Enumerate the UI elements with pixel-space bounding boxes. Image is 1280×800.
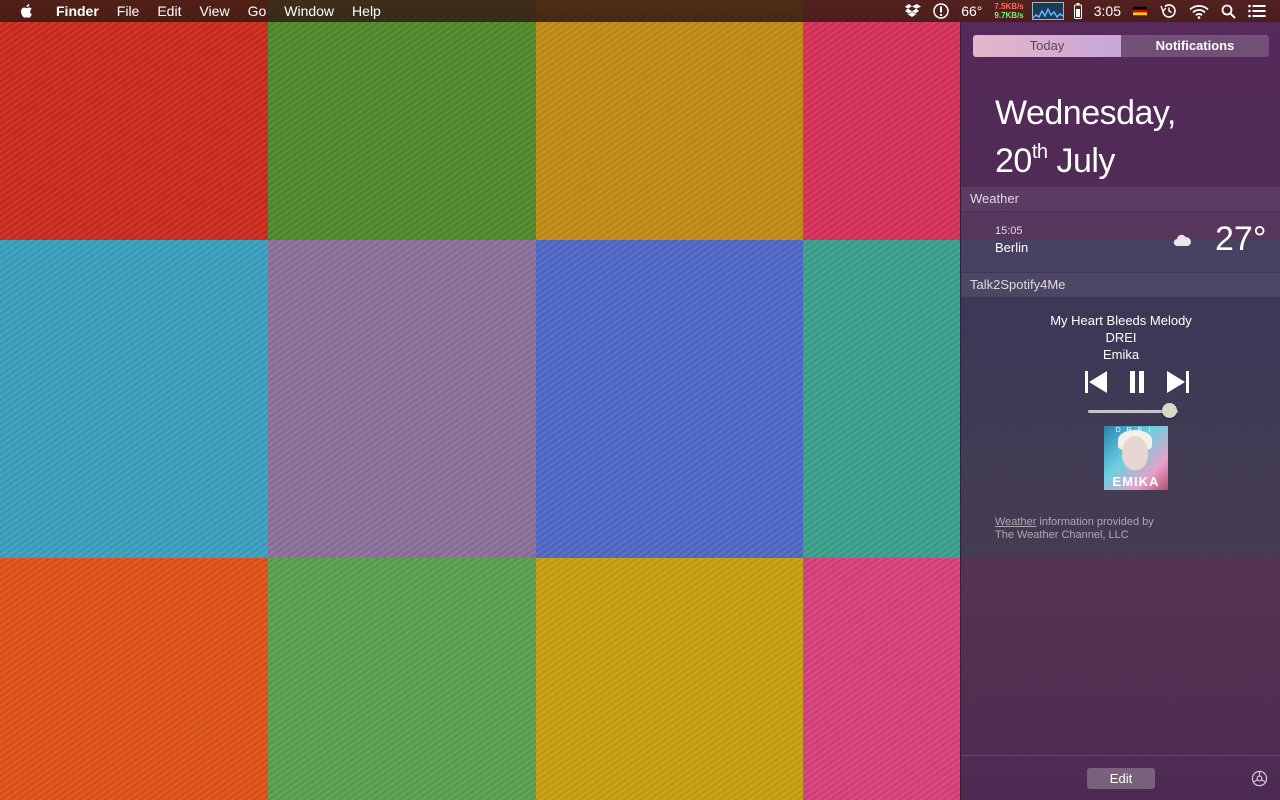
weather-widget[interactable]: 15:05 Berlin 27° bbox=[961, 212, 1280, 272]
wallpaper-tile bbox=[0, 558, 268, 800]
volume-slider-knob[interactable] bbox=[1161, 403, 1177, 418]
network-speed-status[interactable]: 7.5KB/s 9.7KB/s bbox=[994, 0, 1023, 22]
date-day: 20 bbox=[995, 142, 1032, 180]
wallpaper-tile bbox=[0, 0, 268, 240]
menu-go[interactable]: Go bbox=[248, 0, 267, 22]
menu-bar: Finder File Edit View Go Window Help 66°… bbox=[0, 0, 1280, 22]
german-flag-icon[interactable] bbox=[1133, 0, 1147, 22]
spotify-widget-header[interactable]: Talk2Spotify4Me bbox=[961, 273, 1280, 297]
notification-center-icon[interactable] bbox=[1248, 0, 1266, 22]
app-menu-finder[interactable]: Finder bbox=[56, 0, 99, 22]
pause-icon[interactable] bbox=[1124, 369, 1150, 395]
spotify-widget: My Heart Bleeds Melody DREI Emika DREI E… bbox=[961, 297, 1280, 497]
notification-center-panel: Today Notifications Wednesday, 20th July… bbox=[960, 22, 1280, 800]
weather-city: Berlin bbox=[995, 240, 1029, 255]
wallpaper-tile bbox=[0, 240, 268, 558]
time-machine-icon[interactable] bbox=[1159, 0, 1177, 22]
date-month: July bbox=[1056, 142, 1115, 180]
temperature-status[interactable]: 66° bbox=[961, 0, 982, 22]
album-name: DREI bbox=[1105, 330, 1137, 345]
weather-temperature: 27° bbox=[1215, 220, 1267, 258]
weather-credit-link[interactable]: Weather bbox=[995, 516, 1036, 528]
album-art-artist: EMIKA bbox=[1112, 474, 1160, 489]
battery-icon[interactable] bbox=[1073, 0, 1082, 22]
credit-line-2: The Weather Channel, LLC bbox=[995, 529, 1129, 541]
weather-time: 15:05 bbox=[995, 225, 1023, 237]
nc-footer: Edit bbox=[961, 755, 1280, 800]
edit-button[interactable]: Edit bbox=[1087, 768, 1155, 789]
album-artwork[interactable]: DREI EMIKA bbox=[1104, 426, 1168, 490]
weather-widget-header[interactable]: Weather bbox=[961, 187, 1280, 211]
cloud-icon bbox=[1173, 234, 1191, 246]
wallpaper-tile bbox=[268, 558, 536, 800]
wallpaper-tile bbox=[268, 240, 536, 558]
wallpaper-tile bbox=[536, 0, 803, 240]
apple-logo-icon[interactable] bbox=[18, 2, 36, 20]
playback-controls bbox=[1083, 369, 1193, 399]
nc-tab-switcher: Today Notifications bbox=[973, 35, 1269, 57]
tab-today[interactable]: Today bbox=[973, 35, 1121, 57]
album-art-title: DREI bbox=[1115, 427, 1157, 434]
spotlight-search-icon[interactable] bbox=[1221, 0, 1236, 22]
menu-window[interactable]: Window bbox=[284, 0, 334, 22]
wallpaper-tile bbox=[268, 0, 536, 240]
album-art-face bbox=[1122, 436, 1148, 470]
wifi-icon[interactable] bbox=[1189, 0, 1209, 22]
track-title: My Heart Bleeds Melody bbox=[1050, 313, 1192, 328]
credit-text: information provided by bbox=[1036, 516, 1154, 528]
menu-edit[interactable]: Edit bbox=[157, 0, 181, 22]
date-weekday: Wednesday, bbox=[995, 94, 1176, 132]
tab-notifications[interactable]: Notifications bbox=[1121, 35, 1269, 57]
menu-help[interactable]: Help bbox=[352, 0, 381, 22]
date-suffix: th bbox=[1031, 141, 1048, 163]
next-track-icon[interactable] bbox=[1165, 369, 1191, 395]
today-date: Wednesday, 20th July bbox=[995, 94, 1176, 181]
artist-name: Emika bbox=[1102, 347, 1140, 362]
alert-icon[interactable] bbox=[933, 0, 949, 22]
previous-track-icon[interactable] bbox=[1083, 369, 1109, 395]
gear-icon[interactable] bbox=[1251, 770, 1268, 787]
clock-time[interactable]: 3:05 bbox=[1094, 0, 1121, 22]
date-day-month: 20th July bbox=[995, 133, 1176, 181]
dropbox-icon[interactable] bbox=[905, 0, 922, 22]
weather-credit: Weather information provided by The Weat… bbox=[995, 516, 1154, 542]
credit-line-1: Weather information provided by bbox=[995, 516, 1154, 529]
menu-view[interactable]: View bbox=[199, 0, 229, 22]
menu-file[interactable]: File bbox=[117, 0, 140, 22]
net-download-speed: 9.7KB/s bbox=[994, 11, 1024, 20]
network-graph-icon[interactable] bbox=[1031, 2, 1064, 20]
wallpaper-tile bbox=[536, 240, 803, 558]
wallpaper-tile bbox=[536, 558, 803, 800]
net-upload-speed: 7.5KB/s bbox=[994, 2, 1024, 11]
